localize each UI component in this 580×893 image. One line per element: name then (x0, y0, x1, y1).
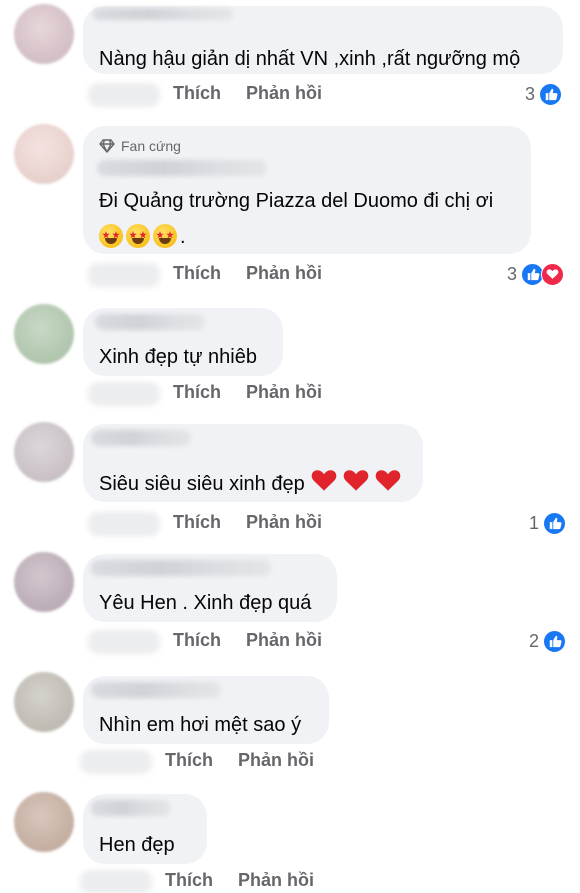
star-struck-emoji (153, 224, 177, 248)
comment-text-suffix: . (180, 226, 186, 248)
reaction-count: 3 (506, 263, 517, 284)
comment-text: Siêu siêu siêu xinh đẹp (99, 468, 401, 499)
reply-link[interactable]: Phản hồi (246, 382, 322, 403)
reply-link[interactable]: Phản hồi (246, 512, 322, 533)
author-name[interactable] (91, 682, 221, 698)
reaction-summary[interactable]: 3 (525, 82, 562, 106)
fan-badge[interactable]: Fan cứng (99, 138, 181, 154)
like-icon (539, 82, 562, 106)
comment-bubble: Hen đẹp (83, 794, 207, 864)
author-name[interactable] (91, 560, 271, 576)
reaction-count: 3 (524, 83, 535, 104)
comment-actions: Thích Phản hồi 2 (88, 629, 566, 654)
comment-text: Xinh đẹp tự nhiêb (99, 346, 257, 368)
like-icon (543, 629, 566, 653)
comment-4: Siêu siêu siêu xinh đẹp Thích Phản hồi 1 (0, 418, 580, 548)
badge-label: Fan cứng (121, 138, 181, 154)
star-struck-emoji (126, 224, 150, 248)
timestamp[interactable] (80, 750, 152, 774)
comment-actions: Thích Phản hồi (88, 381, 388, 406)
star-struck-emoji (99, 224, 123, 248)
reply-link[interactable]: Phản hồi (246, 83, 322, 104)
reply-link[interactable]: Phản hồi (238, 750, 314, 771)
author-name[interactable] (91, 430, 191, 446)
comment-text: Nhìn em hơi mệt sao ý (99, 714, 302, 736)
like-icon (543, 511, 566, 535)
comment-bubble: Yêu Hen . Xinh đẹp quá (83, 554, 337, 622)
comment-3: Xinh đẹp tự nhiêb Thích Phản hồi (0, 300, 580, 418)
comment-text: Đi Quảng trường Piazza del Duomo đi chị … (99, 190, 494, 212)
author-name[interactable] (93, 8, 233, 20)
comment-1: Nàng hậu giản dị nhất VN ,xinh ,rất ngưỡ… (0, 0, 580, 120)
red-heart-emoji (311, 468, 337, 499)
reaction-summary[interactable]: 3 (507, 262, 564, 286)
like-link[interactable]: Thích (173, 83, 221, 104)
avatar[interactable] (14, 422, 74, 482)
like-link[interactable]: Thích (173, 263, 221, 284)
avatar[interactable] (14, 792, 74, 852)
comment-6: Nhìn em hơi mệt sao ý Thích Phản hồi (0, 668, 580, 786)
timestamp[interactable] (88, 83, 160, 107)
comment-actions: Thích Phản hồi 1 (88, 511, 566, 536)
comment-7: Hen đẹp Thích Phản hồi (0, 786, 580, 893)
comment-actions: Thích Phản hồi 3 (88, 262, 580, 287)
comment-text: Nàng hậu giản dị nhất VN ,xinh ,rất ngưỡ… (99, 48, 521, 70)
like-link[interactable]: Thích (165, 750, 213, 771)
comment-5: Yêu Hen . Xinh đẹp quá Thích Phản hồi 2 (0, 548, 580, 668)
author-name[interactable] (97, 160, 267, 176)
timestamp[interactable] (88, 263, 160, 287)
author-name[interactable] (91, 800, 171, 816)
comment-bubble: Siêu siêu siêu xinh đẹp (83, 424, 423, 502)
avatar[interactable] (14, 672, 74, 732)
red-heart-emoji (375, 468, 401, 499)
emoji-row: . (99, 224, 186, 248)
like-link[interactable]: Thích (173, 630, 221, 651)
comment-actions: Thích Phản hồi (80, 749, 380, 774)
comment-text-label: Siêu siêu siêu xinh đẹp (99, 472, 305, 495)
comment-2: Fan cứng Đi Quảng trường Piazza del Duom… (0, 120, 580, 300)
timestamp[interactable] (80, 870, 152, 893)
comment-text: Yêu Hen . Xinh đẹp quá (99, 592, 312, 614)
reply-link[interactable]: Phản hồi (246, 263, 322, 284)
like-link[interactable]: Thích (173, 382, 221, 403)
comment-bubble: Xinh đẹp tự nhiêb (83, 308, 283, 376)
reaction-summary[interactable]: 1 (529, 511, 566, 535)
like-link[interactable]: Thích (173, 512, 221, 533)
comment-bubble: Nàng hậu giản dị nhất VN ,xinh ,rất ngưỡ… (83, 6, 563, 74)
avatar[interactable] (14, 304, 74, 364)
comment-text: Hen đẹp (99, 834, 175, 856)
avatar[interactable] (14, 124, 74, 184)
comment-actions: Thích Phản hồi 3 (88, 82, 580, 107)
reply-link[interactable]: Phản hồi (238, 870, 314, 891)
avatar[interactable] (14, 4, 74, 64)
author-name[interactable] (95, 314, 205, 330)
avatar[interactable] (14, 552, 74, 612)
timestamp[interactable] (88, 512, 160, 536)
reaction-summary[interactable]: 2 (529, 629, 566, 653)
red-heart-emoji (343, 468, 369, 499)
like-link[interactable]: Thích (165, 870, 213, 891)
reaction-count: 1 (528, 512, 539, 533)
love-icon (541, 262, 564, 286)
reply-link[interactable]: Phản hồi (246, 630, 322, 651)
timestamp[interactable] (88, 630, 160, 654)
comment-bubble: Fan cứng Đi Quảng trường Piazza del Duom… (83, 126, 531, 254)
reaction-count: 2 (528, 630, 539, 651)
timestamp[interactable] (88, 382, 160, 406)
diamond-icon (99, 139, 115, 153)
comment-actions: Thích Phản hồi (80, 869, 380, 893)
comment-bubble: Nhìn em hơi mệt sao ý (83, 676, 329, 744)
